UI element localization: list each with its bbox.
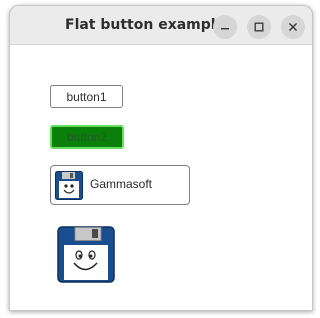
close-icon xyxy=(288,22,298,32)
app-window: Flat button example button1 button2 Gamm… xyxy=(9,5,313,311)
gammasoft-button[interactable]: Gammasoft xyxy=(50,165,190,205)
maximize-button[interactable] xyxy=(247,15,271,39)
minimize-button[interactable] xyxy=(213,15,237,39)
minimize-icon xyxy=(220,22,230,32)
floppy-disk-icon xyxy=(57,226,115,287)
button1[interactable]: button1 xyxy=(50,85,123,108)
close-button[interactable] xyxy=(281,15,305,39)
window-content: button1 button2 Gammasoft xyxy=(10,45,312,310)
button2-label: button2 xyxy=(66,130,108,144)
button2[interactable]: button2 xyxy=(50,125,124,149)
gammasoft-button-label: Gammasoft xyxy=(90,177,153,191)
floppy-image-button[interactable] xyxy=(57,226,115,283)
maximize-icon xyxy=(254,22,264,32)
title-bar[interactable]: Flat button example xyxy=(10,6,312,45)
floppy-disk-icon xyxy=(55,171,83,205)
button1-label: button1 xyxy=(66,89,107,104)
window-title: Flat button example xyxy=(65,17,226,33)
